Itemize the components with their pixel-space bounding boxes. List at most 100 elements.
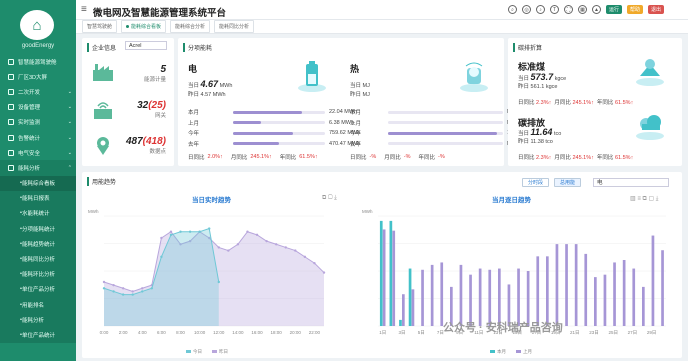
x-tick-label: 12:00	[213, 330, 225, 335]
tab-0[interactable]: 智慧驾驶舱	[82, 20, 118, 33]
heat-row: 上月MJ	[350, 119, 514, 127]
bar	[478, 268, 482, 326]
menu-icon	[8, 149, 14, 156]
chart1-title: 当日实时趋势	[192, 197, 231, 204]
coal-y-label: 年同比	[596, 100, 614, 106]
sidebar-item-4[interactable]: 实时监测 ⌄	[0, 115, 76, 130]
sidebar-item-17[interactable]: • 能耗分析	[0, 312, 76, 328]
compare-value: 2.0%↑	[207, 154, 223, 160]
sidebar: ⌂ goodEnergy 智慧能源驾驶舱 厂区3D大屏 二次开发 ⌄ 设备管理 ⌄ 实时监测…	[0, 0, 76, 361]
x-tick-label: 6:00	[157, 330, 166, 335]
sidebar-item-13[interactable]: • 能耗同比分析	[0, 251, 76, 267]
sidebar-item-5[interactable]: 告警统计 ⌄	[0, 130, 76, 145]
grid-icon[interactable]: ▦	[578, 5, 587, 14]
compare-value: -%	[369, 154, 377, 160]
logout-badge[interactable]: 退出	[648, 5, 665, 14]
data-point	[284, 246, 287, 249]
brand-name: goodEnergy	[21, 43, 55, 49]
sidebar-menu: 智慧能源驾驶舱 厂区3D大屏 二次开发 ⌄ 设备管理 ⌄ 实时监测 ⌄ 告警统计 ⌄ 电气安全 ⌄ 能耗…	[0, 54, 76, 343]
compare-value: -%	[403, 154, 411, 160]
bar	[622, 260, 626, 326]
y-axis-label: MWh	[88, 209, 99, 214]
sidebar-item-15[interactable]: • 单位产品分析	[0, 281, 76, 297]
row-bar	[233, 131, 325, 135]
enterprise-select[interactable]: Acrel	[125, 41, 167, 50]
legend-swatch	[186, 350, 191, 353]
data-point	[303, 255, 307, 259]
x-tick-label: 14:00	[232, 330, 244, 335]
sidebar-item-label: 厂区3D大屏	[18, 74, 48, 81]
hamburger-icon[interactable]: ≡	[81, 4, 87, 15]
bar	[379, 220, 383, 326]
sidebar-item-14[interactable]: • 能耗环比分析	[0, 266, 76, 282]
data-point	[198, 230, 201, 233]
sidebar-item-10[interactable]: • 水能耗统计	[0, 205, 76, 222]
compare-label: 月同比	[384, 155, 401, 161]
sound-icon[interactable]: ♪	[536, 5, 545, 14]
trend-title: 用能趋势	[87, 177, 116, 186]
search-icon[interactable]: ⌕	[508, 5, 517, 14]
sidebar-item-12[interactable]: • 能耗趋势统计	[0, 236, 76, 252]
btn-total[interactable]: 总用能	[554, 178, 582, 187]
shirt-icon[interactable]: ▲	[592, 5, 601, 14]
bar	[546, 256, 549, 326]
chevron-icon: ⌄	[67, 104, 72, 111]
heat-today-unit: MJ	[362, 83, 370, 89]
bar	[421, 269, 424, 326]
enterprise-title: 企业信息	[87, 43, 116, 52]
chart1-toolbox[interactable]: ⧉ ▢ ⤓	[322, 195, 337, 202]
sidebar-item-18[interactable]: • 单位产品统计	[0, 327, 76, 343]
x-tick-label: 20:00	[290, 330, 302, 335]
coal-d-value: 2.3%↑	[536, 100, 552, 106]
sidebar-item-6[interactable]: 电气安全 ⌄	[0, 145, 76, 160]
tab-3[interactable]: 能耗同比分析	[214, 20, 255, 33]
energy-type-select[interactable]: 电	[593, 178, 669, 187]
sidebar-item-label: 电气安全	[18, 150, 41, 157]
chart2-toolbox[interactable]: ▥ ≡ ⧉ ▢ ⤓	[630, 195, 658, 203]
tab-1[interactable]: 能耗综合看板	[121, 20, 167, 33]
bar	[594, 277, 597, 326]
sidebar-item-2[interactable]: 二次开发 ⌄	[0, 84, 76, 99]
bar	[603, 274, 607, 326]
x-tick-label: 23日	[589, 330, 599, 336]
globe-icon[interactable]: ◎	[522, 5, 531, 14]
sidebar-item-label: 能耗分析	[18, 165, 41, 172]
run-badge[interactable]: 运行	[606, 5, 623, 14]
thermo-icon	[460, 62, 488, 92]
sidebar-item-16[interactable]: • 用能排名	[0, 297, 76, 313]
row-bar	[233, 121, 325, 124]
compare-value: 61.5%↑	[299, 154, 318, 160]
energy-title: 分项能耗	[183, 43, 212, 52]
menu-icon	[8, 88, 14, 95]
bar	[632, 268, 636, 326]
bar	[613, 262, 616, 326]
x-tick-label: 18:00	[271, 330, 283, 335]
data-point	[160, 255, 163, 259]
sidebar-item-9[interactable]: • 能耗日报表	[0, 190, 76, 206]
tab-2[interactable]: 能耗综合分析	[170, 20, 211, 33]
tab-label: 能耗综合看板	[131, 24, 162, 30]
help-badge[interactable]: 帮助	[627, 5, 644, 14]
sidebar-item-1[interactable]: 厂区3D大屏	[0, 69, 76, 84]
sidebar-item-7[interactable]: 能耗分析 ⌃	[0, 160, 76, 176]
fullscreen-icon[interactable]: ⛶	[564, 5, 573, 14]
data-point	[246, 230, 249, 233]
bar	[382, 229, 386, 326]
row-bar	[388, 131, 503, 135]
data-point	[131, 293, 134, 296]
row-bar	[233, 110, 325, 114]
sidebar-item-0[interactable]: 智慧能源驾驶舱	[0, 54, 76, 69]
battery-icon	[298, 61, 326, 92]
data-point	[102, 280, 106, 284]
x-tick-label: 22:00	[309, 330, 321, 335]
row-label: 本月	[188, 110, 200, 116]
sidebar-item-11[interactable]: • 分项能耗统计	[0, 221, 76, 237]
x-tick-label: 21日	[570, 330, 580, 336]
sidebar-item-3[interactable]: 设备管理 ⌄	[0, 100, 76, 115]
btn-period[interactable]: 分时段	[522, 178, 550, 187]
y-axis-label: MWh	[362, 209, 373, 214]
chevron-icon: ⌄	[67, 88, 72, 95]
sidebar-item-label: 能耗环比分析	[21, 272, 55, 279]
sidebar-item-8[interactable]: • 能耗综合看板	[0, 175, 76, 191]
font-icon[interactable]: T	[550, 5, 559, 14]
